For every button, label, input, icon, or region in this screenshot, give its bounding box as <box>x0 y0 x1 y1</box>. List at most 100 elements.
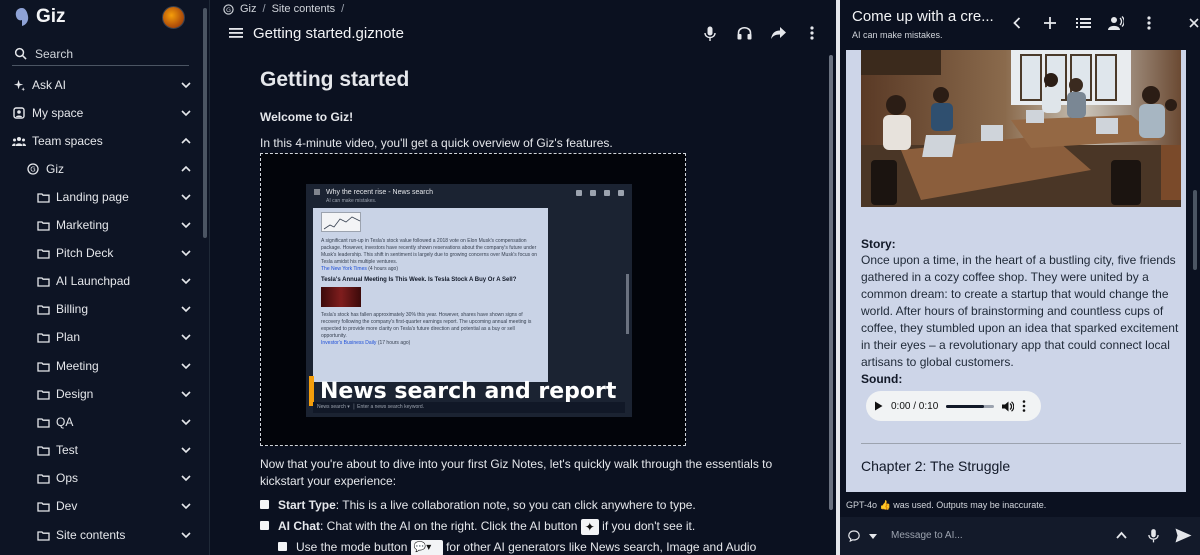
sidebar-item-ai-launchpad[interactable]: AI Launchpad <box>36 270 192 292</box>
sidebar-item-dev[interactable]: Dev <box>36 495 192 517</box>
breadcrumb: G Giz / Site contents / <box>223 3 344 15</box>
brand[interactable]: Giz <box>14 6 66 28</box>
sidebar-item-giz[interactable]: G Giz <box>26 158 192 180</box>
breadcrumb-separator: / <box>341 3 345 15</box>
folder-icon <box>36 359 50 373</box>
volume-icon[interactable] <box>1002 400 1015 412</box>
menu-icon[interactable] <box>229 27 243 39</box>
chevron-down-icon[interactable] <box>180 247 192 259</box>
chevron-left-icon[interactable] <box>1008 14 1026 32</box>
sidebar-item-marketing[interactable]: Marketing <box>36 214 192 236</box>
chevron-down-icon[interactable] <box>180 500 192 512</box>
video-input-placeholder: Enter a news search keyword. <box>357 404 425 410</box>
sidebar-item-plan[interactable]: Plan <box>36 326 192 348</box>
chevron-down-icon[interactable] <box>180 275 192 287</box>
checklist-item-start-type[interactable]: Start Type: This is a live collaboration… <box>260 498 696 512</box>
chevron-down-icon[interactable] <box>869 534 877 539</box>
chevron-down-icon[interactable] <box>180 360 192 372</box>
sidebar-item-test[interactable]: Test <box>36 439 192 461</box>
sidebar-item-qa[interactable]: QA <box>36 411 192 433</box>
chat-mode-icon[interactable] <box>848 530 860 542</box>
chevron-up-icon[interactable] <box>180 163 192 175</box>
microphone-icon[interactable] <box>1148 528 1159 543</box>
video-mode-label: News search <box>317 404 346 410</box>
intro-paragraph: Now that you're about to dive into your … <box>260 457 773 488</box>
checkbox[interactable] <box>278 542 287 551</box>
chevron-down-icon[interactable] <box>180 472 192 484</box>
sidebar-item-my-space[interactable]: My space <box>12 102 192 124</box>
chevron-down-icon[interactable] <box>180 79 192 91</box>
video-chat-title: Why the recent rise - News search <box>326 189 433 196</box>
chevron-down-icon[interactable] <box>180 191 192 203</box>
sound-label: Sound: <box>861 372 903 386</box>
chevron-down-icon[interactable] <box>180 303 192 315</box>
video-news-headline: Tesla's Annual Meeting Is This Week. Is … <box>321 277 517 283</box>
audio-player[interactable]: 0:00 / 0:10 <box>866 391 1041 421</box>
sidebar-item-billing[interactable]: Billing <box>36 298 192 320</box>
folder-icon <box>36 471 50 485</box>
chat-messages[interactable]: Story: Once upon a time, in the heart of… <box>846 50 1186 492</box>
chevron-down-icon[interactable] <box>180 529 192 541</box>
sidebar-item-team-spaces[interactable]: Team spaces <box>12 130 192 152</box>
chevron-down-icon[interactable] <box>180 219 192 231</box>
search-input[interactable]: Search <box>12 42 189 66</box>
avatar[interactable] <box>162 6 185 29</box>
folder-icon <box>36 218 50 232</box>
folder-icon <box>36 499 50 513</box>
sidebar-item-meeting[interactable]: Meeting <box>36 355 192 377</box>
audio-progress-slider[interactable] <box>946 404 995 408</box>
chevron-down-icon[interactable] <box>180 331 192 343</box>
document-body[interactable]: Getting started Welcome to Giz! In this … <box>260 68 780 555</box>
ai-chat-panel: Come up with a cre... AI can make mistak… <box>840 0 1200 555</box>
breadcrumb-site-contents[interactable]: Site contents <box>272 3 336 15</box>
checklist-item-ai-chat[interactable]: AI Chat: Chat with the AI on the right. … <box>260 519 695 535</box>
more-vertical-icon[interactable] <box>803 24 821 42</box>
microphone-icon[interactable] <box>701 24 719 42</box>
headphones-icon[interactable] <box>735 24 753 42</box>
play-icon[interactable] <box>874 401 883 411</box>
checklist-bold: Start Type <box>278 498 336 512</box>
sidebar-item-ops[interactable]: Ops <box>36 467 192 489</box>
doc-title[interactable]: Getting started.giznote <box>253 25 404 42</box>
video-player[interactable]: Why the recent rise - News search AI can… <box>260 153 686 446</box>
chat-title[interactable]: Come up with a cre... <box>852 8 994 25</box>
send-icon[interactable] <box>1175 528 1192 543</box>
sidebar: Giz Search Ask AI My space Team spaces G… <box>0 0 210 555</box>
chevron-down-icon[interactable] <box>180 388 192 400</box>
stock-chart-thumbnail <box>321 212 361 232</box>
sidebar-item-pitch-deck[interactable]: Pitch Deck <box>36 242 192 264</box>
chevron-up-icon[interactable] <box>180 135 192 147</box>
share-icon[interactable] <box>769 24 787 42</box>
sidebar-scrollbar[interactable] <box>203 8 207 238</box>
sidebar-item-landing-page[interactable]: Landing page <box>36 186 192 208</box>
plus-icon[interactable] <box>1041 14 1059 32</box>
chevron-down-icon[interactable] <box>180 416 192 428</box>
close-icon[interactable] <box>1185 14 1200 32</box>
chevron-down-icon[interactable] <box>180 444 192 456</box>
sidebar-item-design[interactable]: Design <box>36 383 192 405</box>
main-scrollbar[interactable] <box>829 55 833 510</box>
more-vertical-icon[interactable] <box>1022 400 1026 412</box>
chat-input[interactable]: Message to AI... <box>891 530 963 541</box>
news-thumbnail <box>321 287 361 307</box>
list-icon[interactable] <box>1074 14 1092 32</box>
video-news-paragraph: Tesla's stock has fallen approximately 3… <box>321 312 532 339</box>
chevron-down-icon[interactable] <box>180 107 192 119</box>
breadcrumb-giz[interactable]: Giz <box>240 3 257 15</box>
search-label: Search <box>35 46 74 61</box>
sidebar-item-site-contents[interactable]: Site contents <box>36 524 192 546</box>
voice-assistant-icon[interactable] <box>1107 14 1125 32</box>
checkbox[interactable] <box>260 500 269 509</box>
giz-logo-icon <box>15 8 29 26</box>
checkbox[interactable] <box>260 521 269 530</box>
story-text: Once upon a time, in the heart of a bust… <box>861 253 1179 369</box>
more-vertical-icon[interactable] <box>1140 14 1158 32</box>
chat-scrollbar[interactable] <box>1193 190 1197 270</box>
folder-icon <box>36 415 50 429</box>
person-square-icon <box>12 106 26 120</box>
chevron-up-icon[interactable] <box>1116 531 1127 539</box>
checklist-item-mode-button[interactable]: Use the mode button 💬▾ for other AI gene… <box>278 540 756 555</box>
menu-icon <box>314 189 320 195</box>
folder-icon <box>36 387 50 401</box>
sidebar-item-ask-ai[interactable]: Ask AI <box>12 74 192 96</box>
